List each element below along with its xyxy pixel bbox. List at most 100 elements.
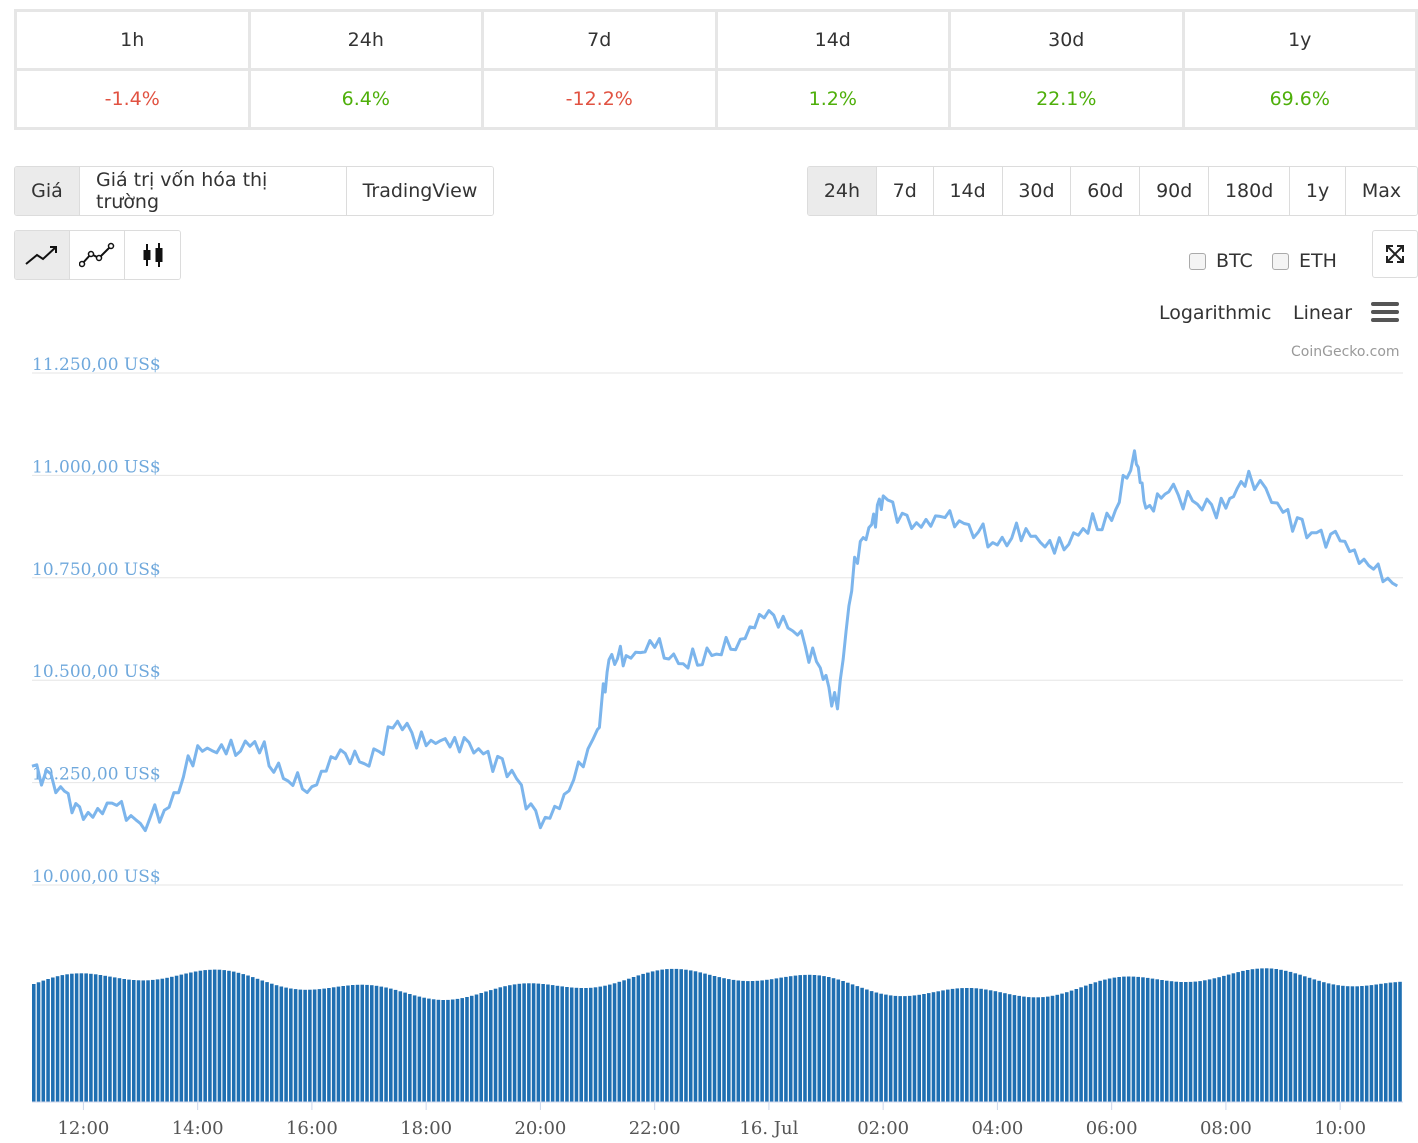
volume-bar <box>888 995 893 1102</box>
range-max[interactable]: Max <box>1346 167 1417 215</box>
volume-bar <box>208 969 212 1102</box>
volume-bar <box>788 976 793 1102</box>
tab-market-cap[interactable]: Giá trị vốn hóa thị trường <box>80 167 347 215</box>
volume-bar <box>869 991 874 1102</box>
volume-bar <box>431 999 436 1102</box>
volume-bar <box>669 968 674 1102</box>
btc-checkbox[interactable] <box>1189 252 1206 270</box>
volume-bar <box>931 992 936 1102</box>
volume-bar <box>731 979 736 1102</box>
volume-bar <box>1193 981 1198 1102</box>
change-table-header-row: 1h 24h 7d 14d 30d 1y <box>14 9 1418 71</box>
range-30d[interactable]: 30d <box>1002 167 1072 215</box>
volume-bar <box>1288 971 1293 1102</box>
x-tick-label: 20:00 <box>514 1118 566 1139</box>
volume-bar <box>165 977 169 1102</box>
volume-bar <box>60 975 65 1102</box>
volume-bar <box>1007 994 1012 1102</box>
compare-eth[interactable]: ETH <box>1272 250 1337 272</box>
volume-bar <box>36 982 41 1102</box>
hamburger-menu-icon[interactable] <box>1370 300 1400 324</box>
change-24h: 6.4% <box>247 68 484 130</box>
period-1h: 1h <box>14 9 251 71</box>
range-24h[interactable]: 24h <box>808 167 877 215</box>
volume-bar <box>450 999 455 1102</box>
volume-bar <box>193 971 198 1102</box>
volume-bar <box>1131 976 1136 1102</box>
volume-bar <box>189 972 193 1102</box>
x-tick-label: 06:00 <box>1086 1118 1138 1139</box>
tab-price[interactable]: Giá <box>15 167 80 215</box>
volume-bar <box>1255 968 1259 1102</box>
volume-bar <box>1317 980 1321 1102</box>
volume-bar <box>1141 977 1145 1102</box>
fullscreen-button[interactable] <box>1372 230 1418 278</box>
volume-bar <box>174 975 179 1102</box>
range-90d[interactable]: 90d <box>1140 167 1210 215</box>
candlestick-chart-button[interactable] <box>125 231 180 279</box>
x-tick-label: 22:00 <box>629 1118 681 1139</box>
volume-bar <box>803 974 807 1102</box>
volume-bar <box>727 979 731 1102</box>
range-180d[interactable]: 180d <box>1209 167 1291 215</box>
volume-bar <box>1022 996 1026 1102</box>
volume-bar <box>1250 969 1255 1102</box>
volume-bar <box>755 980 760 1102</box>
volume-bar <box>831 978 836 1102</box>
range-1y[interactable]: 1y <box>1290 167 1347 215</box>
tab-tradingview[interactable]: TradingView <box>347 167 493 215</box>
volume-bar <box>874 992 879 1102</box>
volume-bar <box>1126 976 1131 1102</box>
period-1y: 1y <box>1181 9 1418 71</box>
volume-bar <box>1065 992 1069 1102</box>
volume-bar <box>74 973 79 1102</box>
volume-bar <box>926 993 931 1102</box>
compare-btc[interactable]: BTC <box>1189 250 1253 272</box>
volume-bar <box>836 979 841 1102</box>
range-14d[interactable]: 14d <box>933 167 1003 215</box>
volume-bar <box>1003 993 1007 1102</box>
change-table-values-row: -1.4% 6.4% -12.2% 1.2% 22.1% 69.6% <box>14 68 1418 130</box>
volume-bar <box>527 983 531 1102</box>
volume-bar <box>293 989 298 1102</box>
line-chart-button[interactable] <box>15 231 70 279</box>
volume-bar <box>317 989 322 1102</box>
volume-bar <box>1203 980 1207 1102</box>
volume-bar <box>155 979 160 1102</box>
volume-bar <box>1112 977 1117 1102</box>
volume-bar <box>427 998 431 1102</box>
volume-bar <box>579 988 584 1102</box>
eth-label: ETH <box>1299 250 1337 272</box>
volume-bar <box>170 976 174 1102</box>
line-chart-icon <box>25 246 57 265</box>
volume-bar <box>1150 978 1155 1102</box>
range-7d[interactable]: 7d <box>876 167 934 215</box>
volume-bar <box>608 984 612 1102</box>
volume-bar <box>369 985 374 1102</box>
volume-bar <box>1279 969 1283 1102</box>
range-60d[interactable]: 60d <box>1071 167 1141 215</box>
chart-type-tabs <box>14 230 181 280</box>
volume-bar <box>793 975 798 1102</box>
period-7d: 7d <box>481 9 718 71</box>
volume-bar <box>1293 973 1298 1102</box>
chart-credit[interactable]: CoinGecko.com <box>1291 344 1400 360</box>
scale-logarithmic[interactable]: Logarithmic <box>1159 302 1271 324</box>
volume-bar <box>655 970 660 1102</box>
volume-bar <box>1341 985 1345 1102</box>
eth-checkbox[interactable] <box>1272 252 1289 270</box>
scale-linear[interactable]: Linear <box>1293 302 1352 324</box>
volume-bar <box>227 970 231 1102</box>
volume-bar <box>346 985 350 1102</box>
line-markers-chart-button[interactable] <box>70 231 125 279</box>
volume-bar <box>1050 995 1055 1102</box>
volume-bar <box>560 986 564 1102</box>
period-30d: 30d <box>948 9 1185 71</box>
volume-bar <box>474 994 479 1102</box>
volume-bar <box>365 984 369 1102</box>
volume-bar <box>270 983 274 1102</box>
volume-bar <box>1360 986 1364 1102</box>
volume-bar <box>536 983 541 1102</box>
volume-bar <box>298 989 303 1102</box>
volume-bar <box>1369 985 1374 1102</box>
